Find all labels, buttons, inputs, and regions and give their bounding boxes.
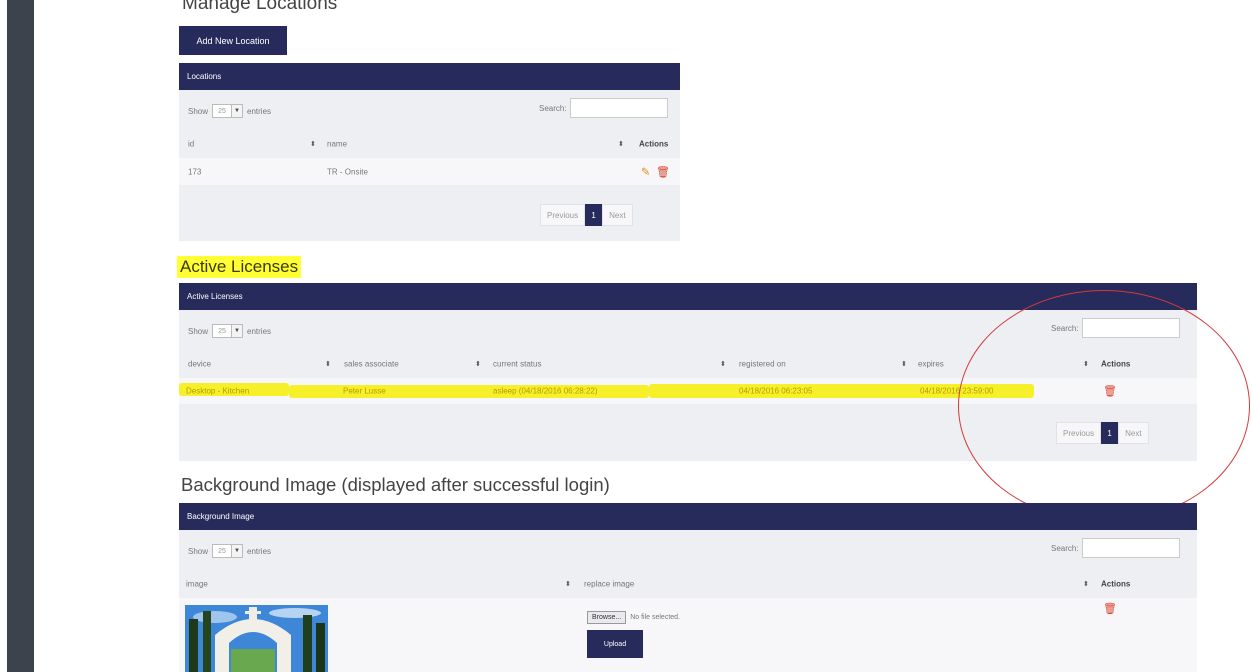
table-row: 173 TR - Onsite ✎ 🗑 <box>179 158 680 185</box>
sort-icon[interactable]: ⬍ <box>475 360 481 368</box>
locations-panel-header: Locations <box>179 63 680 90</box>
annotation-circle <box>958 290 1250 522</box>
background-search: Search: <box>1051 538 1180 558</box>
trash-icon[interactable]: 🗑 <box>1103 602 1117 615</box>
entries-select-value: 25 <box>218 547 226 555</box>
add-new-location-button[interactable]: Add New Location <box>179 26 287 55</box>
manage-locations-heading: Manage Locations <box>182 0 338 14</box>
previous-page-button[interactable]: Previous <box>540 204 586 226</box>
background-search-input[interactable] <box>1081 538 1180 558</box>
background-image-panel: Background Image Show 25 ▼ entries Searc… <box>179 503 1197 672</box>
column-header-actions: Actions <box>639 139 669 149</box>
license-current-status: asleep (04/18/2016 06:28:22) <box>493 386 598 396</box>
locations-search-input[interactable] <box>569 98 668 118</box>
column-header-name[interactable]: name <box>327 140 347 149</box>
sort-icon[interactable]: ⬍ <box>1083 580 1089 588</box>
locations-table-tools: Show 25 ▼ entries Search: <box>179 90 680 130</box>
column-header-actions: Actions <box>1101 579 1131 589</box>
no-file-selected-text: No file selected. <box>630 614 680 621</box>
column-header-expires[interactable]: expires <box>918 360 944 369</box>
locations-panel: Locations Show 25 ▼ entries Search: id ⬍… <box>179 63 680 241</box>
chevron-down-icon: ▼ <box>231 105 243 117</box>
page-1-button[interactable]: 1 <box>585 204 603 226</box>
license-sales-associate: Peter Lusse <box>343 386 386 396</box>
sort-icon[interactable]: ⬍ <box>325 360 331 368</box>
background-image-thumbnail <box>185 605 328 672</box>
active-licenses-heading: Active Licenses <box>177 256 302 278</box>
column-header-device[interactable]: device <box>188 360 211 369</box>
entries-label: entries <box>247 106 272 116</box>
entries-select[interactable]: 25 ▼ <box>212 324 244 338</box>
license-device: Desktop - Kitchen <box>186 386 250 396</box>
entries-length-control: Show 25 ▼ entries <box>188 104 271 118</box>
sort-icon[interactable]: ⬍ <box>901 360 907 368</box>
entries-select-value: 25 <box>218 107 226 115</box>
show-label: Show <box>188 326 209 336</box>
show-label: Show <box>188 106 209 116</box>
entries-select[interactable]: 25 ▼ <box>212 104 244 118</box>
background-table-tools: Show 25 ▼ entries Search: <box>179 530 1197 570</box>
column-header-id[interactable]: id <box>188 140 194 149</box>
entries-select-value: 25 <box>218 327 226 335</box>
entries-length-control: Show 25 ▼ entries <box>188 544 271 558</box>
sort-icon[interactable]: ⬍ <box>565 580 571 588</box>
location-id: 173 <box>188 167 202 176</box>
browse-button[interactable]: Browse... <box>587 611 627 624</box>
locations-pagination: Previous 1 Next <box>540 204 633 226</box>
background-image-heading: Background Image (displayed after succes… <box>181 474 610 495</box>
entries-length-control: Show 25 ▼ entries <box>188 324 271 338</box>
show-label: Show <box>188 546 209 556</box>
background-image-panel-header: Background Image <box>179 503 1197 530</box>
column-header-sales-associate[interactable]: sales associate <box>344 360 399 369</box>
church-arch-image <box>185 605 328 672</box>
file-chooser: Browse... No file selected. <box>587 611 680 624</box>
upload-button[interactable]: Upload <box>587 630 643 658</box>
trash-icon[interactable]: 🗑 <box>656 165 670 178</box>
location-name: TR - Onsite <box>327 167 368 176</box>
entries-select[interactable]: 25 ▼ <box>212 544 244 558</box>
search-label: Search: <box>1051 543 1079 553</box>
entries-label: entries <box>247 546 272 556</box>
locations-search: Search: <box>539 98 668 118</box>
license-registered-on: 04/18/2016 06:23:05 <box>739 386 813 396</box>
window-edge <box>0 0 7 672</box>
column-header-image[interactable]: image <box>186 580 208 589</box>
locations-table-header: id ⬍ name ⬍ Actions <box>179 130 680 158</box>
pencil-icon[interactable]: ✎ <box>641 165 650 178</box>
background-table-header: image ⬍ replace image ⬍ Actions <box>179 570 1197 598</box>
sort-icon[interactable]: ⬍ <box>618 140 624 148</box>
sort-icon[interactable]: ⬍ <box>720 360 726 368</box>
search-label: Search: <box>539 103 567 113</box>
column-header-replace-image[interactable]: replace image <box>584 580 634 589</box>
entries-label: entries <box>247 326 272 336</box>
table-row: 🗑 <box>179 598 1197 672</box>
column-header-registered-on[interactable]: registered on <box>739 360 786 369</box>
sort-icon[interactable]: ⬍ <box>310 140 316 148</box>
chevron-down-icon: ▼ <box>231 325 243 337</box>
chevron-down-icon: ▼ <box>231 545 243 557</box>
column-header-current-status[interactable]: current status <box>493 360 541 369</box>
next-page-button[interactable]: Next <box>602 204 633 226</box>
